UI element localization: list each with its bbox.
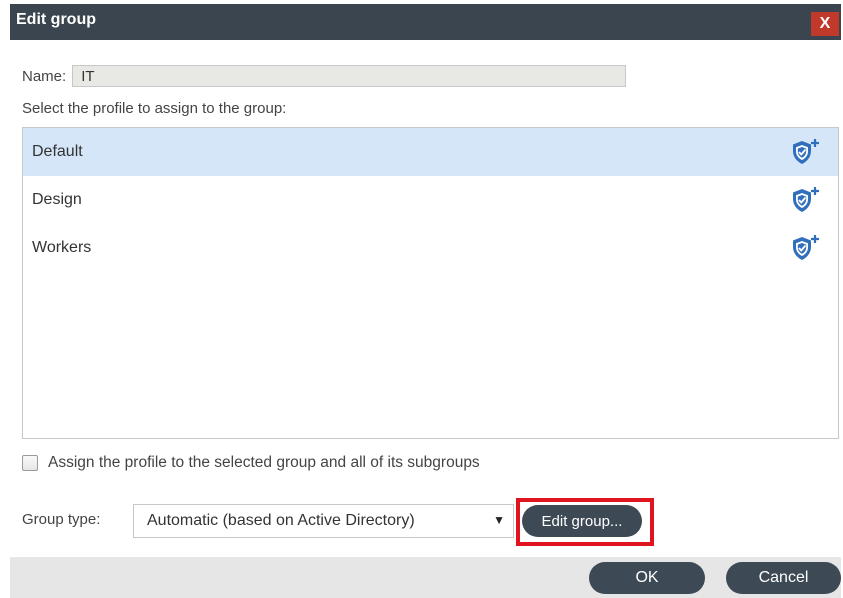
subgroups-checkbox-label: Assign the profile to the selected group… xyxy=(48,454,480,471)
dropdown-caret-icon: ▼ xyxy=(493,513,505,527)
profile-item-label: Workers xyxy=(32,239,92,256)
profile-select-label: Select the profile to assign to the grou… xyxy=(22,100,287,117)
group-name-input[interactable] xyxy=(72,65,627,87)
profile-item-workers[interactable]: Workers xyxy=(23,224,838,272)
profile-item-design[interactable]: Design xyxy=(23,176,838,224)
profile-item-label: Design xyxy=(32,191,82,208)
shield-plus-icon[interactable] xyxy=(790,138,820,166)
group-type-value: Automatic (based on Active Directory) xyxy=(147,512,415,529)
name-row: Name: xyxy=(22,63,627,89)
subgroups-option: Assign the profile to the selected group… xyxy=(22,454,480,472)
dialog-title: Edit group xyxy=(16,11,96,28)
dialog-titlebar: Edit group X xyxy=(10,4,841,40)
profile-list: Default Design Workers xyxy=(22,127,839,439)
group-type-label: Group type: xyxy=(22,511,101,528)
profile-item-default[interactable]: Default xyxy=(23,128,838,176)
shield-plus-icon[interactable] xyxy=(790,234,820,262)
shield-plus-icon[interactable] xyxy=(790,186,820,214)
edit-group-button[interactable]: Edit group... xyxy=(522,505,642,537)
profile-item-label: Default xyxy=(32,143,83,160)
name-label: Name: xyxy=(22,67,67,85)
subgroups-checkbox[interactable] xyxy=(22,455,38,471)
dialog-footer: OK Cancel xyxy=(10,557,841,598)
ok-button[interactable]: OK xyxy=(589,562,705,594)
cancel-button[interactable]: Cancel xyxy=(726,562,841,594)
group-type-select[interactable]: Automatic (based on Active Directory) ▼ xyxy=(133,504,514,538)
close-button[interactable]: X xyxy=(811,12,839,36)
